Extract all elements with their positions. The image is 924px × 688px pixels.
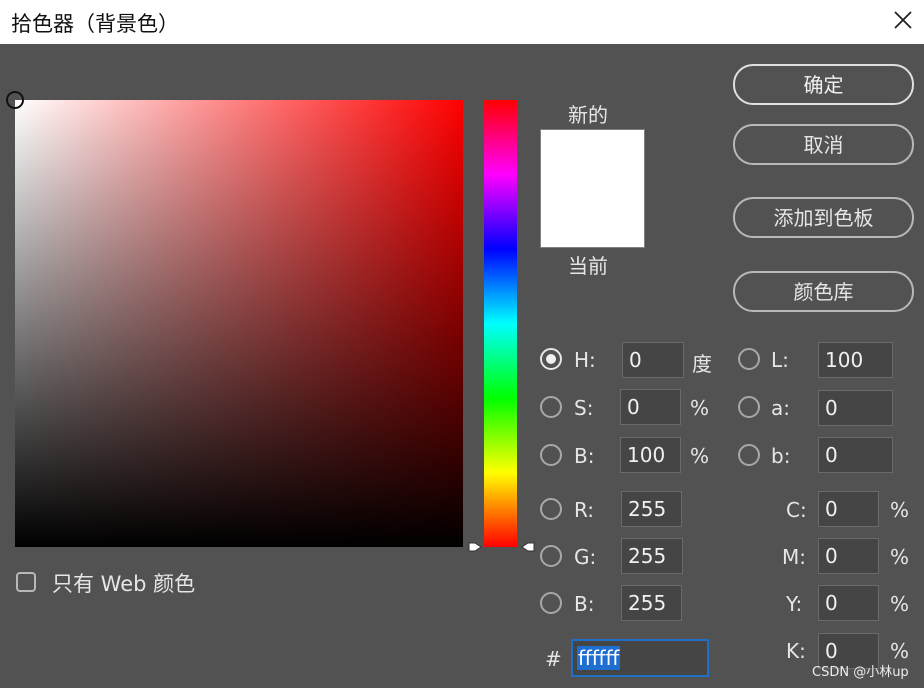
radio-lab-b[interactable] xyxy=(738,444,760,466)
radio-r[interactable] xyxy=(540,498,562,520)
radio-blue[interactable] xyxy=(540,592,562,614)
red-input[interactable]: 255 xyxy=(621,491,682,527)
title-bar: 拾色器（背景色） xyxy=(0,0,924,44)
label-b: B: xyxy=(574,444,595,468)
watermark: CSDN @小林up xyxy=(812,665,909,680)
label-c: C: xyxy=(786,498,807,522)
hex-value: ffffff xyxy=(577,646,621,670)
web-colors-label: 只有 Web 颜色 xyxy=(52,572,196,596)
unit-k: % xyxy=(890,639,910,663)
brightness-input[interactable]: 100 xyxy=(620,437,681,473)
label-l: L: xyxy=(771,348,789,372)
radio-g[interactable] xyxy=(540,545,562,567)
hex-label: # xyxy=(545,647,562,671)
green-input[interactable]: 255 xyxy=(621,538,683,574)
new-color-label: 新的 xyxy=(568,103,608,127)
cyan-input[interactable]: 0 xyxy=(818,491,879,527)
circle-marker-icon[interactable] xyxy=(6,91,24,109)
label-s: S: xyxy=(574,396,594,420)
slider-arrow-icon[interactable] xyxy=(468,540,482,554)
unit-h: 度 xyxy=(692,352,712,376)
hue-slider[interactable] xyxy=(484,100,517,547)
radio-s[interactable] xyxy=(540,396,562,418)
color-field[interactable] xyxy=(6,91,463,547)
unit-b: % xyxy=(690,444,710,468)
label-k: K: xyxy=(786,639,806,663)
cancel-button[interactable]: 取消 xyxy=(733,124,914,165)
current-color-swatch[interactable] xyxy=(540,188,645,248)
slider-arrow-icon[interactable] xyxy=(521,540,535,554)
hex-input[interactable]: ffffff xyxy=(571,639,709,677)
label-a: a: xyxy=(771,396,790,420)
unit-y: % xyxy=(890,592,910,616)
label-lab-b: b: xyxy=(771,444,791,468)
color-libraries-button[interactable]: 颜色库 xyxy=(733,271,914,312)
yellow-input[interactable]: 0 xyxy=(818,585,879,621)
radio-l[interactable] xyxy=(738,348,760,370)
new-color-swatch xyxy=(540,129,645,188)
blue-input[interactable]: 255 xyxy=(621,585,682,621)
radio-b[interactable] xyxy=(540,444,562,466)
label-r: R: xyxy=(574,498,595,522)
lightness-input[interactable]: 100 xyxy=(818,342,893,378)
a-channel-input[interactable]: 0 xyxy=(818,390,893,426)
hue-input[interactable]: 0 xyxy=(622,342,684,378)
ok-button[interactable]: 确定 xyxy=(733,64,914,105)
saturation-input[interactable]: 0 xyxy=(620,389,681,425)
unit-c: % xyxy=(890,498,910,522)
checkbox-icon[interactable] xyxy=(16,572,36,592)
add-to-swatches-button[interactable]: 添加到色板 xyxy=(733,197,914,238)
label-y: Y: xyxy=(786,592,803,616)
magenta-input[interactable]: 0 xyxy=(818,538,879,574)
label-m: M: xyxy=(782,545,806,569)
b-channel-input[interactable]: 0 xyxy=(818,437,893,473)
window-title: 拾色器（背景色） xyxy=(11,12,179,36)
unit-m: % xyxy=(890,545,910,569)
current-color-label: 当前 xyxy=(568,254,608,278)
label-blue: B: xyxy=(574,592,595,616)
radio-h[interactable] xyxy=(540,348,562,370)
label-h: H: xyxy=(574,348,596,372)
label-g: G: xyxy=(574,545,597,569)
close-icon[interactable] xyxy=(888,5,918,35)
radio-a[interactable] xyxy=(738,396,760,418)
unit-s: % xyxy=(690,396,710,420)
